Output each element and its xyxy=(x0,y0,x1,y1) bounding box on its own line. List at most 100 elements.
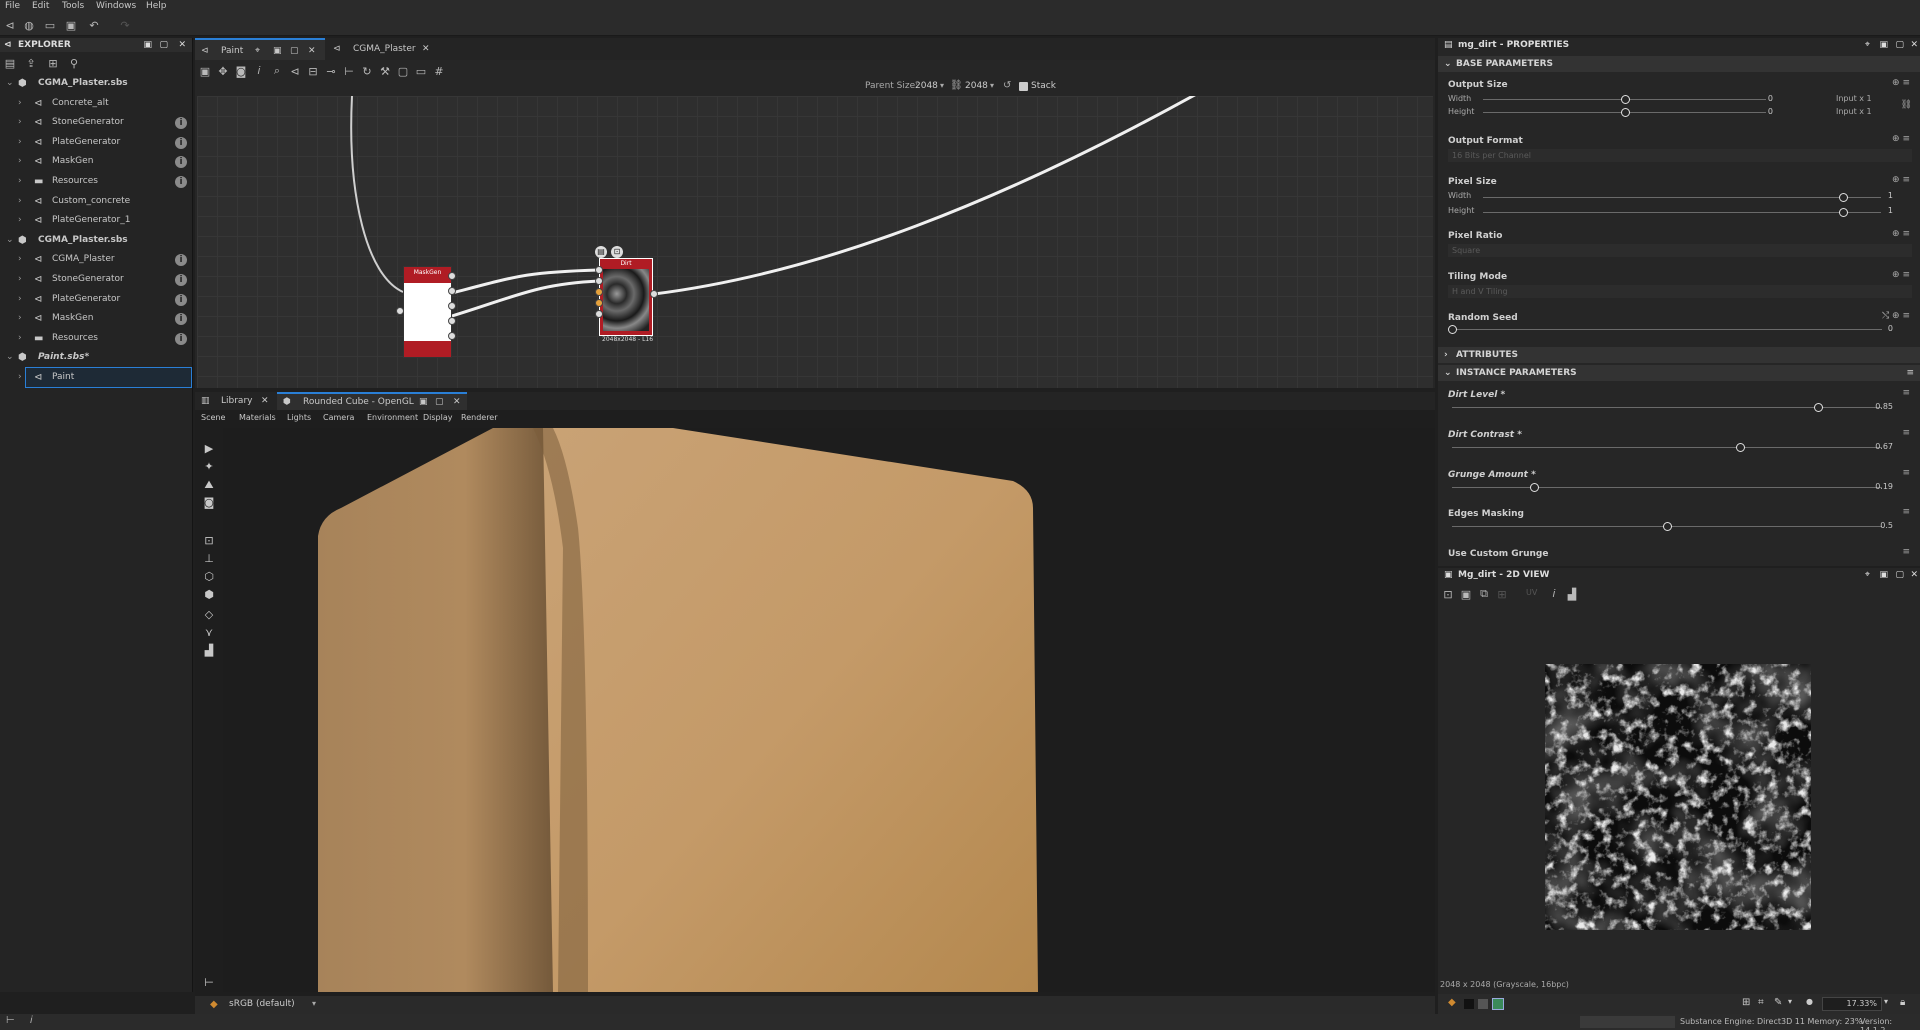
param-menu-icon[interactable]: ≡ xyxy=(1902,507,1910,517)
maskgen-output-port[interactable] xyxy=(448,287,456,295)
tab-rounded-cube[interactable]: ⬢ Rounded Cube - OpenGL ▣ ▢ ✕ xyxy=(277,392,467,410)
param-slider[interactable] xyxy=(1529,483,1539,492)
chevron-down-icon[interactable]: ⌄ xyxy=(6,231,14,250)
param-menu-icon[interactable]: ≡ xyxy=(1902,468,1910,478)
frame-icon[interactable]: ▢ xyxy=(395,63,411,79)
link-icon[interactable]: ⊞ xyxy=(45,55,61,71)
split-icon[interactable]: ⋎ xyxy=(202,626,216,640)
viewport-menu-camera[interactable]: Camera xyxy=(323,413,354,422)
use-custom-grunge-menu-icon[interactable]: ≡ xyxy=(1902,547,1910,557)
chevron-down-icon[interactable]: ▾ xyxy=(1884,997,1888,1006)
maximize-icon[interactable]: ▢ xyxy=(1895,38,1904,52)
tree-item[interactable]: › ⊲ Custom_concrete xyxy=(0,192,193,211)
chevron-down-icon[interactable]: ▾ xyxy=(990,81,994,90)
pin-icon[interactable]: ⌖ xyxy=(1865,38,1870,52)
chevron-right-icon[interactable]: › xyxy=(18,211,22,230)
menu-icon[interactable]: ≡ xyxy=(1906,365,1914,381)
menu-tools[interactable]: Tools xyxy=(62,1,84,11)
axis-icon[interactable]: ⊥ xyxy=(202,552,216,566)
param-menu-icon[interactable]: ≡ xyxy=(1902,388,1910,398)
close-icon[interactable]: ✕ xyxy=(422,38,430,60)
link-icon[interactable]: ⛓ xyxy=(950,80,963,91)
output-icon[interactable]: ⊡ xyxy=(611,246,623,258)
histogram-icon[interactable]: ▟ xyxy=(1564,586,1580,602)
float-icon[interactable]: ▣ xyxy=(1879,568,1888,582)
instance-parameters-section[interactable]: ⌄ INSTANCE PARAMETERS ≡ xyxy=(1438,365,1920,381)
tree-item[interactable]: › ⊲ Concrete_alt xyxy=(0,94,193,113)
info-icon[interactable]: i xyxy=(175,176,187,188)
close-icon[interactable]: ✕ xyxy=(1910,568,1918,582)
dirt-input-port[interactable] xyxy=(595,266,603,274)
frame-icon[interactable]: ▣ xyxy=(197,63,213,79)
camera-icon[interactable]: ◙ xyxy=(233,63,249,79)
maskgen-node[interactable]: MaskGen xyxy=(403,266,452,358)
chevron-right-icon[interactable]: › xyxy=(18,270,22,289)
maximize-icon[interactable]: ▢ xyxy=(1895,568,1904,582)
chevron-right-icon[interactable]: › xyxy=(18,133,22,152)
gray-bg-swatch[interactable] xyxy=(1478,999,1488,1009)
info-icon[interactable]: i xyxy=(175,293,187,306)
output-width-mode[interactable]: Input x 1 xyxy=(1836,94,1872,103)
maximize-icon[interactable]: ▢ xyxy=(159,38,168,52)
maskgen-output-port[interactable] xyxy=(448,317,456,325)
menu-file[interactable]: File xyxy=(5,1,20,11)
connect-icon[interactable]: ⊸ xyxy=(323,63,339,79)
viewport-menu-environment[interactable]: Environment xyxy=(367,413,418,422)
package-row[interactable]: ⌄ ⬢ CGMA_Plaster.sbs xyxy=(0,231,193,250)
stack-checkbox[interactable] xyxy=(1019,82,1028,91)
close-icon[interactable]: ✕ xyxy=(453,394,461,410)
tree-item[interactable]: › ▬ Resources i xyxy=(0,172,193,191)
dirt-input-port[interactable] xyxy=(595,288,603,296)
tree-item[interactable]: › ⊲ MaskGen i xyxy=(0,152,193,171)
tab-library[interactable]: ▥ Library ✕ xyxy=(195,392,275,410)
chevron-right-icon[interactable]: › xyxy=(18,290,22,309)
size-select[interactable]: 2048 xyxy=(965,81,988,91)
undo-icon[interactable]: ↶ xyxy=(86,17,102,33)
tiling-mode-select[interactable]: H and V Tiling xyxy=(1448,285,1912,298)
import-icon[interactable]: ⇪ xyxy=(23,55,39,71)
comment-icon[interactable]: ▭ xyxy=(413,63,429,79)
graph-canvas[interactable]: MaskGen Dirt ▤ ⊡ 2048x2048 - L16 xyxy=(197,96,1433,388)
close-icon[interactable]: ✕ xyxy=(1910,38,1918,52)
environment-icon[interactable]: ⛰ xyxy=(202,478,216,492)
tree-item[interactable]: › ⊲ Paint xyxy=(18,367,192,388)
pixel-ratio-select[interactable]: Square xyxy=(1448,244,1912,257)
tools-icon[interactable]: ✎ xyxy=(1774,997,1782,1008)
pin-icon[interactable]: ⌖ xyxy=(255,40,260,62)
float-icon[interactable]: ▣ xyxy=(273,40,282,62)
chevron-down-icon[interactable]: ▾ xyxy=(312,999,316,1008)
random-seed-menu-icon[interactable]: ⤭ ⊕ ≡ xyxy=(1882,311,1910,321)
base-parameters-section[interactable]: ⌄ BASE PARAMETERS xyxy=(1438,56,1920,72)
info-icon[interactable]: i xyxy=(175,117,187,130)
info-icon[interactable]: i xyxy=(175,274,187,286)
chevron-right-icon[interactable]: › xyxy=(18,309,22,328)
tree-item[interactable]: › ⊲ PlateGenerator i xyxy=(0,133,193,152)
package-row[interactable]: ⌄ ⬢ Paint.sbs* xyxy=(0,348,193,367)
clean-icon[interactable]: ⚲ xyxy=(66,55,82,71)
histogram-icon[interactable]: ▟ xyxy=(202,644,216,658)
info-icon[interactable]: 𝑖 xyxy=(1546,586,1562,602)
maskgen-output-port[interactable] xyxy=(448,272,456,280)
menu-edit[interactable]: Edit xyxy=(32,1,49,11)
chevron-right-icon[interactable]: › xyxy=(18,192,22,211)
output-format-menu-icon[interactable]: ⊕ ≡ xyxy=(1892,134,1910,144)
dirt-node[interactable]: Dirt xyxy=(599,258,653,336)
chevron-right-icon[interactable]: › xyxy=(18,329,22,348)
chevron-down-icon[interactable]: ⌄ xyxy=(6,348,14,367)
link-icon[interactable]: ⛓ xyxy=(1901,100,1912,110)
param-slider[interactable] xyxy=(1663,522,1672,531)
chevron-right-icon[interactable]: › xyxy=(18,113,22,132)
dirt-input-port[interactable] xyxy=(595,299,603,307)
video-camera-icon[interactable]: ▶ xyxy=(202,442,216,456)
cube-icon[interactable]: ⬡ xyxy=(202,570,216,584)
tree-item[interactable]: › ⊲ MaskGen i xyxy=(0,309,193,328)
grid-icon[interactable]: ⊞ xyxy=(1742,997,1750,1008)
tree-toggle-icon[interactable]: ⊢ xyxy=(6,1015,15,1026)
fit-icon[interactable]: ⊡ xyxy=(1440,586,1456,602)
tab-cgma-plaster[interactable]: ⊲ CGMA_Plaster ✕ xyxy=(327,38,437,60)
output-height-mode[interactable]: Input x 1 xyxy=(1836,107,1872,116)
close-icon[interactable]: ✕ xyxy=(261,392,269,410)
loop-icon[interactable]: ↻ xyxy=(359,63,375,79)
output-format-select[interactable]: 16 Bits per Channel xyxy=(1448,149,1912,162)
maskgen-input-port[interactable] xyxy=(396,307,404,315)
